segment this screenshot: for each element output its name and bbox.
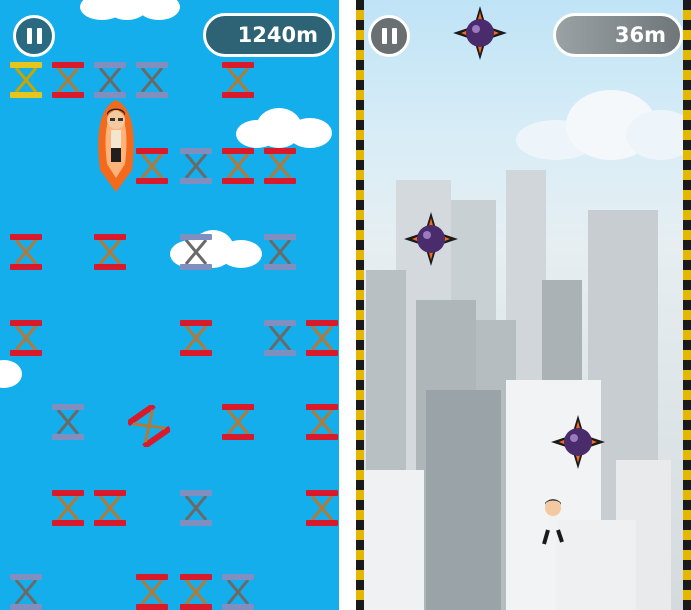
distance-counter: 36m [553,13,683,57]
spring-platform [222,62,254,98]
spring-platform [222,148,254,184]
spring-platform [52,62,84,98]
spring-platform [180,234,212,270]
cloud [80,0,180,22]
spring-platform [136,62,168,98]
cloud [516,90,691,160]
left-game-screen: 1240m [0,0,339,610]
spring-platform [94,234,126,270]
cloud [236,108,332,150]
spring-platform [94,62,126,98]
spring-platform [180,148,212,184]
spiked-bomb-icon [551,415,605,469]
spiked-bomb-icon [453,6,507,60]
pause-icon [26,28,32,44]
hazard-stripe-right [683,0,691,610]
spring-platform [180,574,212,610]
hazard-stripe-left [356,0,364,610]
distance-counter: 1240m [203,13,335,57]
spring-platform [264,148,296,184]
pause-icon [381,28,387,44]
right-game-screen: 36m [356,0,691,610]
spring-platform [52,490,84,526]
man-icon [542,499,564,545]
spring-platform [264,320,296,356]
cloud [0,360,22,390]
spiked-bomb-icon [404,212,458,266]
spring-platform [136,574,168,610]
spring-platform [136,148,168,184]
spring-platform [10,320,42,356]
pause-button[interactable] [13,15,55,57]
spring-platform [306,404,338,440]
spring-platform [180,490,212,526]
tilted-spring-platform [128,405,170,447]
spring-platform [10,574,42,610]
spring-platform [10,62,42,98]
spring-platform [306,320,338,356]
rocket-man-icon [98,100,134,192]
spring-platform [94,490,126,526]
spring-platform [10,234,42,270]
spring-platform [306,490,338,526]
spring-platform [264,234,296,270]
spring-platform [222,574,254,610]
spring-platform [222,404,254,440]
spring-platform [52,404,84,440]
spring-platform [180,320,212,356]
pause-button[interactable] [368,15,410,57]
